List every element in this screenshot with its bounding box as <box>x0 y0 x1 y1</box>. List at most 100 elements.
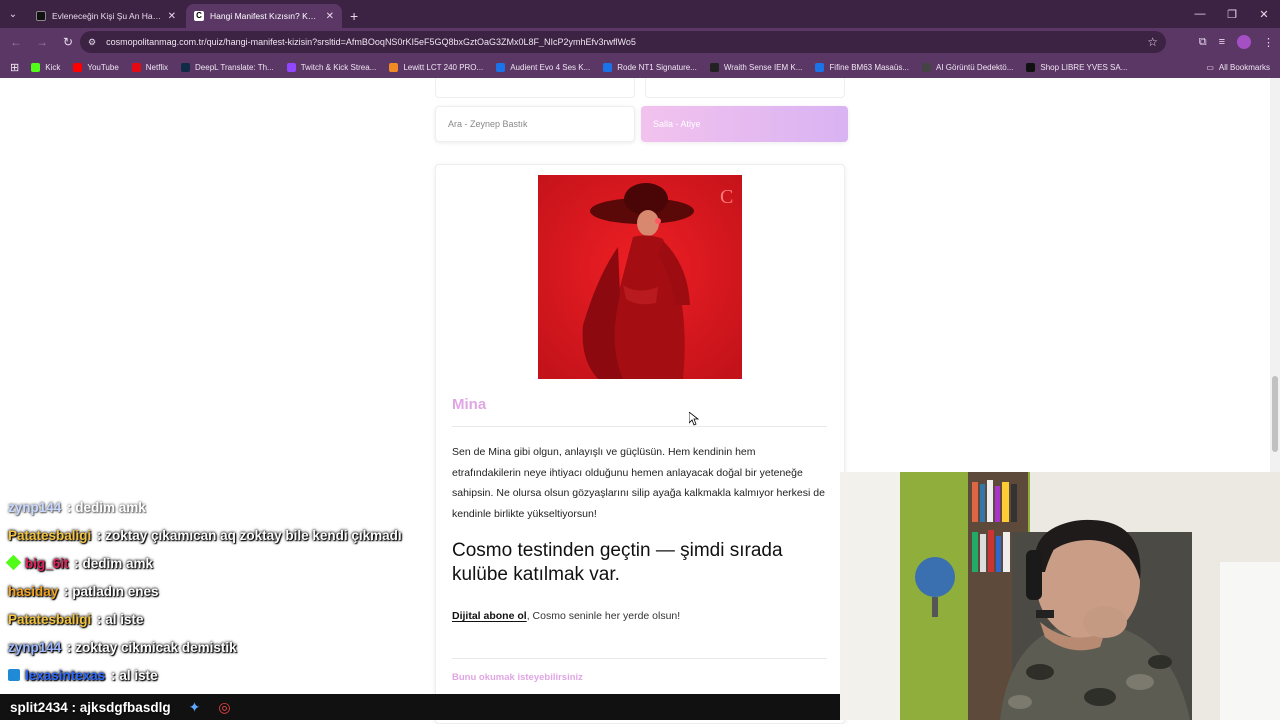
bookmark-item[interactable]: Kick <box>31 62 61 72</box>
menu-icon[interactable]: ⋮ <box>1263 36 1274 49</box>
bookmark-item[interactable]: AI Görüntü Dedektö... <box>922 62 1014 72</box>
bookmark-item[interactable]: Twitch & Kick Strea... <box>286 62 376 72</box>
apps-grid-icon[interactable]: ⊞ <box>10 61 19 74</box>
chat-message: Patatesbaligi : al iste <box>8 612 144 627</box>
divider <box>452 426 827 427</box>
option-partial[interactable] <box>435 78 635 98</box>
site-info-icon[interactable]: ⚙ <box>88 37 96 48</box>
tab-title: Hangi Manifest Kızısın? Kendini Tanı <box>210 11 320 21</box>
webcam-overlay <box>840 472 1280 720</box>
minimize-icon[interactable]: — <box>1184 0 1216 28</box>
badge-icon <box>5 554 22 571</box>
bookmark-label: Wraith Sense IEM K... <box>723 62 803 72</box>
window-controls: — ❐ ✕ <box>1184 0 1280 28</box>
tab-2[interactable]: C Hangi Manifest Kızısın? Kendini Tanı ✕ <box>186 4 342 28</box>
taskbar-user: split2434 <box>10 699 68 715</box>
new-tab-icon[interactable]: + <box>350 4 358 28</box>
option-label: Salla - Atiye <box>653 119 701 129</box>
back-icon[interactable]: ← <box>4 30 28 54</box>
folder-icon: ▭ <box>1206 62 1214 72</box>
promo-text: Dijital abone ol, Cosmo seninle her yerd… <box>452 610 680 622</box>
option-partial[interactable] <box>645 78 845 98</box>
promo-heading: Cosmo testinden geçtin — şimdi sırada ku… <box>452 540 783 585</box>
restore-icon[interactable]: ❐ <box>1216 0 1248 28</box>
forward-icon[interactable]: → <box>30 30 54 54</box>
bookmark-label: AI Görüntü Dedektö... <box>936 62 1014 72</box>
bookmark-item[interactable]: Audient Evo 4 Ses K... <box>496 62 591 72</box>
bookmark-label: YouTube <box>87 62 119 72</box>
chat-message: big_6it : dedim amk <box>5 554 154 571</box>
scrollbar-thumb[interactable] <box>1272 376 1278 452</box>
tab-strip: ⌄ Evleneceğin Kişi Şu An Hayatında mı? ✕… <box>0 0 1280 28</box>
url-text[interactable]: cosmopolitanmag.com.tr/quiz/hangi-manife… <box>106 37 1147 47</box>
bookmark-favicon-icon <box>922 62 931 72</box>
tab-1[interactable]: Evleneceğin Kişi Şu An Hayatında mı? ✕ <box>28 4 184 28</box>
close-icon[interactable]: ✕ <box>326 11 334 22</box>
bookmark-item[interactable]: Fifine BM63 Masaüs... <box>815 62 909 72</box>
bookmark-label: Shop LIBRE YVES SA... <box>1040 62 1128 72</box>
bookmark-favicon-icon <box>1026 62 1036 72</box>
chat-text: al iste <box>105 612 144 627</box>
close-icon[interactable]: ✕ <box>168 11 176 22</box>
bookmark-item[interactable]: Wraith Sense IEM K... <box>709 62 803 72</box>
bookmark-favicon-icon <box>131 62 141 72</box>
bookmarks-bar: ⊞ Kick YouTube Netflix DeepL Translate: Th.… <box>0 56 1280 78</box>
chat-text: zoktay çıkamıcan aq zoktay bile kendi çı… <box>105 528 402 543</box>
bookmark-item[interactable]: YouTube <box>73 62 119 72</box>
result-description: Sen de Mina gibi olgun, anlayışlı ve güç… <box>452 446 825 520</box>
all-bookmarks-label: All Bookmarks <box>1218 62 1270 72</box>
bookmark-item[interactable]: Shop LIBRE YVES SA... <box>1026 62 1128 72</box>
chat-text: dedim amk <box>75 500 146 515</box>
bookmark-star-icon[interactable]: ☆ <box>1147 35 1158 49</box>
subscribe-link[interactable]: Dijital abone ol <box>452 610 527 622</box>
bookmark-label: Kick <box>45 62 61 72</box>
extensions-icon[interactable]: ⧉ <box>1199 36 1207 49</box>
chat-user: Patatesbaligi <box>8 612 92 627</box>
divider <box>452 658 827 659</box>
related-heading: Bunu okumak isteyebilirsiniz <box>452 672 583 683</box>
app-icon[interactable]: ✦ <box>189 699 201 716</box>
toolbar-actions: ⧉ ≡ ⋮ <box>1199 30 1274 54</box>
bookmark-label: Netflix <box>145 62 169 72</box>
chat-user: hasiday <box>8 584 59 599</box>
bookmark-item[interactable]: Netflix <box>131 62 169 72</box>
bookmark-label: Fifine BM63 Masaüs... <box>829 62 909 72</box>
app-icon[interactable]: ◎ <box>218 699 230 716</box>
stream-chat-overlay: zynp144 : dedim amk Patatesbaligi : zokt… <box>0 500 440 695</box>
chat-user: Patatesbaligi <box>8 528 92 543</box>
bookmark-item[interactable]: Lewitt LCT 240 PRO... <box>389 62 484 72</box>
bookmark-favicon-icon <box>73 62 83 72</box>
media-icon[interactable]: ≡ <box>1219 36 1225 48</box>
tab-search-icon[interactable]: ⌄ <box>0 0 26 28</box>
bookmark-item[interactable]: Rode NT1 Signature... <box>603 62 697 72</box>
bookmark-favicon-icon <box>496 62 506 72</box>
badge-icon <box>8 669 20 681</box>
chat-message: hasiday : patladın enes <box>8 584 159 599</box>
bookmark-item[interactable]: DeepL Translate: Th... <box>181 62 274 72</box>
profile-avatar[interactable] <box>1237 35 1251 49</box>
bookmark-label: Audient Evo 4 Ses K... <box>510 62 591 72</box>
chat-user: split2434 : ajksdgfbasdlg <box>10 699 171 715</box>
bookmark-favicon-icon <box>709 62 719 72</box>
bookmark-favicon-icon <box>389 62 399 72</box>
promo-tail: , Cosmo seninle her yerde olsun! <box>526 610 681 622</box>
bookmark-label: Rode NT1 Signature... <box>617 62 697 72</box>
chat-text: zoktay cikmicak demistik <box>75 640 237 655</box>
bookmark-favicon-icon <box>286 62 296 72</box>
reload-icon[interactable]: ↻ <box>56 30 80 54</box>
quiz-option[interactable]: Ara - Zeynep Bastık <box>435 106 635 142</box>
close-window-icon[interactable]: ✕ <box>1248 0 1280 28</box>
chat-text: dedim amk <box>82 556 154 571</box>
option-label: Ara - Zeynep Bastık <box>448 119 528 129</box>
bookmark-favicon-icon <box>181 62 191 72</box>
all-bookmarks-button[interactable]: ▭ All Bookmarks <box>1206 56 1270 78</box>
stream-bottom-bar: split2434 : ajksdgfbasdlg ✦ ◎ <box>0 694 840 720</box>
cosmo-favicon-icon: C <box>194 11 204 21</box>
quiz-option-selected[interactable]: Salla - Atiye <box>641 106 848 142</box>
bookmark-label: Lewitt LCT 240 PRO... <box>403 62 484 72</box>
chat-message: lexasintexas : al iste <box>8 668 158 683</box>
result-image: C <box>538 175 742 379</box>
address-bar[interactable]: ⚙ cosmopolitanmag.com.tr/quiz/hangi-mani… <box>80 31 1166 53</box>
mouse-cursor-icon <box>689 412 699 426</box>
chat-text: patladın enes <box>72 584 159 599</box>
